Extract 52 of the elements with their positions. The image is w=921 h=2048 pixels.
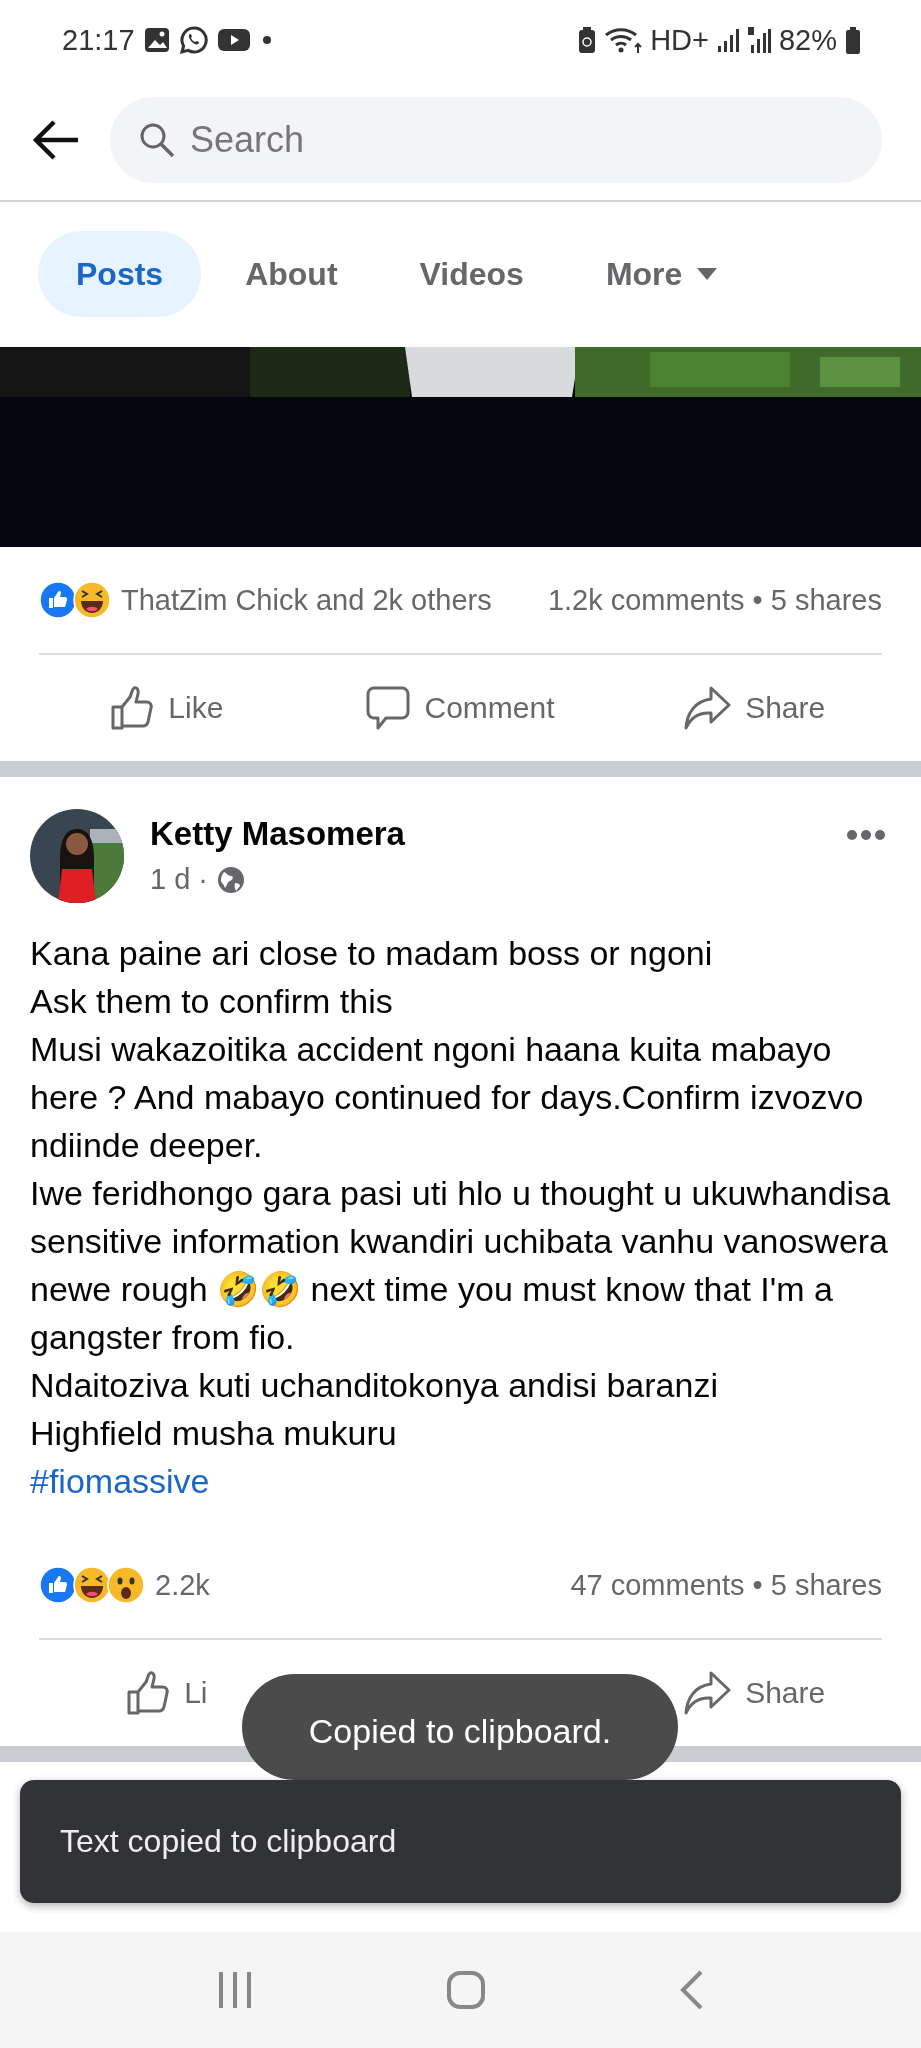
share-button[interactable]: Share	[683, 685, 826, 731]
signal-icon	[746, 25, 771, 55]
back-arrow-icon	[30, 118, 80, 162]
back-chevron-icon	[678, 1970, 705, 2010]
caret-down-icon	[696, 267, 719, 281]
more-options-icon[interactable]	[846, 829, 886, 841]
comment-button[interactable]: Comment	[366, 685, 555, 731]
reaction-summary[interactable]: 2.2k	[155, 1568, 210, 1602]
speech-bubble-icon[interactable]	[366, 685, 411, 731]
tab[interactable]: Videos	[381, 231, 562, 317]
signal-icon	[716, 27, 739, 53]
home-icon	[445, 1970, 486, 2010]
whatsapp-icon	[178, 25, 209, 55]
recent-apps-button[interactable]	[216, 1970, 253, 2010]
search-icon	[138, 121, 176, 159]
tab[interactable]: Posts	[38, 231, 202, 317]
share-arrow-icon[interactable]	[683, 685, 732, 731]
post-time[interactable]: 1 d ·	[150, 863, 209, 896]
video-play-icon	[216, 27, 251, 53]
laughing-face-icon	[73, 1566, 111, 1604]
hashtag-link[interactable]: #fiomassive	[30, 1457, 210, 1505]
wifi-icon	[604, 25, 643, 55]
search-field[interactable]: Search	[110, 97, 882, 183]
image-icon	[142, 26, 171, 54]
share-button[interactable]: Share	[683, 1670, 826, 1716]
thumbs-up-icon[interactable]	[110, 685, 155, 731]
globe-icon	[216, 864, 247, 895]
share-arrow-icon[interactable]	[683, 1670, 732, 1716]
home-button[interactable]	[445, 1970, 486, 2010]
reaction-summary[interactable]: ThatZim Chick and 2k others	[121, 583, 492, 617]
post-text: Kana paine ari close to madam boss or ngoni Ask them to confirm this Musi wakazoitika accident ngoni haana kuita mabayo here ? And mabayo continued for days.Confirm izvozvo ndiinde deeper. Iwe feridhongo gara pasi uti hlo u thought u ukuwhandisa sensitive information kwandiri uchibata vanhu vanoswera newe rough 🤣🤣 next time you must know that I'm a gangster from fio. Ndaitoziva kuti uchanditokonya andisi baranzi Highfield musha mukuru	[29, 933, 892, 1454]
snackbar: Text copied to clipboard	[20, 1780, 901, 1903]
comments-shares-count[interactable]: 47 comments • 5 shares	[570, 1568, 882, 1602]
battery-icon	[845, 26, 861, 54]
toast-message: Copied to clipboard.	[242, 1674, 678, 1780]
more-menu-button[interactable]: More	[567, 231, 757, 317]
thumbs-up-icon[interactable]	[126, 1670, 171, 1716]
clock-time: 21:17	[62, 23, 135, 57]
battery-percent: 82%	[778, 23, 837, 57]
comments-shares-count[interactable]: 1.2k comments • 5 shares	[547, 583, 882, 617]
battery-saver-icon	[578, 26, 597, 54]
network-label: HD+	[650, 23, 709, 57]
surprised-face-icon	[107, 1566, 145, 1604]
back-button[interactable]	[30, 118, 80, 162]
recent-apps-icon	[216, 1970, 253, 2010]
like-reaction-icon	[39, 581, 77, 619]
tab[interactable]: About	[207, 231, 376, 317]
like-button[interactable]: Like	[110, 685, 224, 731]
author-name[interactable]: Ketty Masomera	[150, 815, 846, 853]
like-reaction-icon	[39, 1566, 77, 1604]
laughing-face-icon	[73, 581, 111, 619]
like-button[interactable]: Li	[126, 1670, 208, 1716]
